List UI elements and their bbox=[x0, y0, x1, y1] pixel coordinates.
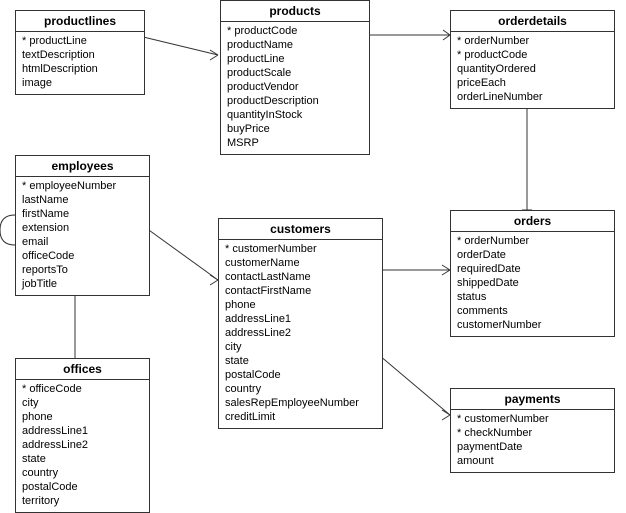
field: salesRepEmployeeNumber bbox=[225, 396, 376, 410]
field: lastName bbox=[22, 193, 143, 207]
field: city bbox=[225, 340, 376, 354]
field: * orderNumber bbox=[457, 34, 608, 48]
field: quantityInStock bbox=[227, 108, 363, 122]
field: orderDate bbox=[457, 248, 608, 262]
field: * customerNumber bbox=[457, 412, 608, 426]
field: * officeCode bbox=[22, 382, 143, 396]
field: city bbox=[22, 396, 143, 410]
field: postalCode bbox=[225, 368, 376, 382]
entity-employees-body: * employeeNumber lastName firstName exte… bbox=[16, 177, 149, 295]
field: quantityOrdered bbox=[457, 62, 608, 76]
field: customerName bbox=[225, 256, 376, 270]
field: addressLine2 bbox=[225, 326, 376, 340]
field: productVendor bbox=[227, 80, 363, 94]
field: status bbox=[457, 290, 608, 304]
entity-orders-title: orders bbox=[451, 211, 614, 232]
field: contactFirstName bbox=[225, 284, 376, 298]
field: productScale bbox=[227, 66, 363, 80]
field: amount bbox=[457, 454, 608, 468]
entity-orderdetails-title: orderdetails bbox=[451, 11, 614, 32]
field: productDescription bbox=[227, 94, 363, 108]
field: requiredDate bbox=[457, 262, 608, 276]
field: textDescription bbox=[22, 48, 138, 62]
entity-offices: offices * officeCode city phone addressL… bbox=[15, 358, 150, 513]
field: * customerNumber bbox=[225, 242, 376, 256]
erd-diagram: productlines * productLine textDescripti… bbox=[0, 0, 626, 500]
entity-orderdetails-body: * orderNumber * productCode quantityOrde… bbox=[451, 32, 614, 108]
field: shippedDate bbox=[457, 276, 608, 290]
entity-offices-body: * officeCode city phone addressLine1 add… bbox=[16, 380, 149, 512]
field: country bbox=[22, 466, 143, 480]
entity-payments: payments * customerNumber * checkNumber … bbox=[450, 388, 615, 473]
entity-orders: orders * orderNumber orderDate requiredD… bbox=[450, 210, 615, 337]
field: * orderNumber bbox=[457, 234, 608, 248]
field: * productLine bbox=[22, 34, 138, 48]
entity-payments-title: payments bbox=[451, 389, 614, 410]
entity-productlines-title: productlines bbox=[16, 11, 144, 32]
entity-customers-title: customers bbox=[219, 219, 382, 240]
entity-products: products * productCode productName produ… bbox=[220, 0, 370, 155]
field: addressLine2 bbox=[22, 438, 143, 452]
field: creditLimit bbox=[225, 410, 376, 424]
entity-customers: customers * customerNumber customerName … bbox=[218, 218, 383, 429]
field: firstName bbox=[22, 207, 143, 221]
field: image bbox=[22, 76, 138, 90]
field: postalCode bbox=[22, 480, 143, 494]
field: * productCode bbox=[457, 48, 608, 62]
field: htmlDescription bbox=[22, 62, 138, 76]
entity-employees-title: employees bbox=[16, 156, 149, 177]
entity-offices-title: offices bbox=[16, 359, 149, 380]
entity-orderdetails: orderdetails * orderNumber * productCode… bbox=[450, 10, 615, 109]
field: productLine bbox=[227, 52, 363, 66]
field: contactLastName bbox=[225, 270, 376, 284]
field: MSRP bbox=[227, 136, 363, 150]
field: territory bbox=[22, 494, 143, 508]
field: officeCode bbox=[22, 249, 143, 263]
field: reportsTo bbox=[22, 263, 143, 277]
field: addressLine1 bbox=[22, 424, 143, 438]
field: state bbox=[22, 452, 143, 466]
field: customerNumber bbox=[457, 318, 608, 332]
entity-products-body: * productCode productName productLine pr… bbox=[221, 22, 369, 154]
entity-customers-body: * customerNumber customerName contactLas… bbox=[219, 240, 382, 428]
field: productName bbox=[227, 38, 363, 52]
entity-payments-body: * customerNumber * checkNumber paymentDa… bbox=[451, 410, 614, 472]
field: paymentDate bbox=[457, 440, 608, 454]
field: phone bbox=[22, 410, 143, 424]
entity-productlines-body: * productLine textDescription htmlDescri… bbox=[16, 32, 144, 94]
field: state bbox=[225, 354, 376, 368]
field: phone bbox=[225, 298, 376, 312]
field: jobTitle bbox=[22, 277, 143, 291]
field: email bbox=[22, 235, 143, 249]
entity-products-title: products bbox=[221, 1, 369, 22]
field: orderLineNumber bbox=[457, 90, 608, 104]
field: * checkNumber bbox=[457, 426, 608, 440]
field: priceEach bbox=[457, 76, 608, 90]
field: extension bbox=[22, 221, 143, 235]
field: comments bbox=[457, 304, 608, 318]
field: addressLine1 bbox=[225, 312, 376, 326]
entity-productlines: productlines * productLine textDescripti… bbox=[15, 10, 145, 95]
field: * productCode bbox=[227, 24, 363, 38]
field: country bbox=[225, 382, 376, 396]
entity-employees: employees * employeeNumber lastName firs… bbox=[15, 155, 150, 296]
field: * employeeNumber bbox=[22, 179, 143, 193]
entity-orders-body: * orderNumber orderDate requiredDate shi… bbox=[451, 232, 614, 336]
field: buyPrice bbox=[227, 122, 363, 136]
